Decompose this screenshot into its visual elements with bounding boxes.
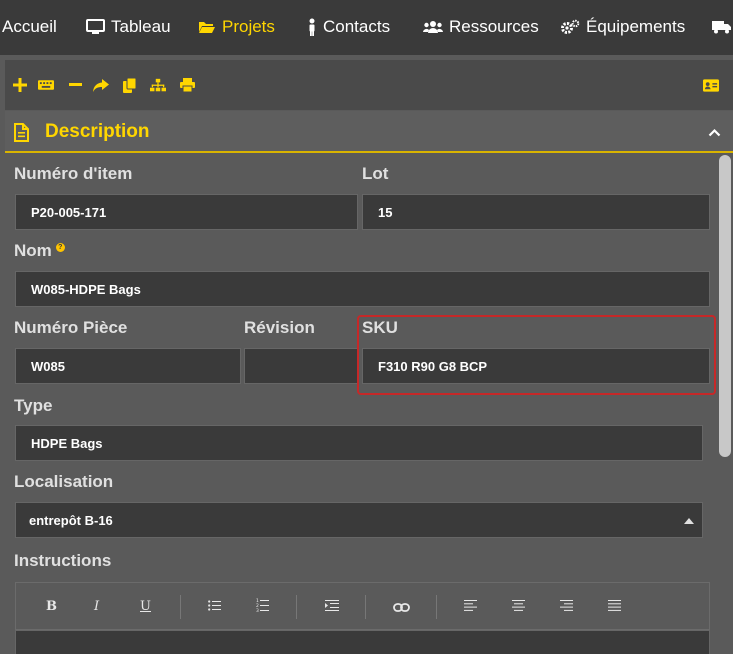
- record-toolbar: [5, 60, 733, 110]
- scrollbar-thumb[interactable]: [719, 155, 731, 457]
- person-icon: [307, 18, 317, 36]
- align-center-icon[interactable]: [512, 600, 525, 615]
- chevron-up-icon[interactable]: [708, 124, 721, 142]
- instructions-label: Instructions: [14, 551, 112, 570]
- type-label: Type: [14, 396, 53, 415]
- align-right-icon[interactable]: [560, 600, 573, 615]
- nav-projets-label: Projets: [222, 17, 275, 36]
- nav-ressources-label: Ressources: [449, 17, 539, 36]
- document-icon: [14, 123, 29, 147]
- location-label: Localisation: [14, 472, 114, 491]
- users-icon: [423, 20, 443, 34]
- indent-icon[interactable]: [325, 600, 339, 615]
- caret-up-icon: [684, 518, 694, 524]
- bold-button[interactable]: B: [46, 599, 57, 614]
- separator: [296, 595, 297, 619]
- align-justify-icon[interactable]: [608, 600, 621, 615]
- underline-button[interactable]: U: [140, 599, 151, 614]
- part-number-field[interactable]: W085: [15, 348, 241, 384]
- nav-tableau[interactable]: Tableau: [86, 16, 171, 38]
- id-card-icon[interactable]: [703, 77, 719, 93]
- numbered-list-icon[interactable]: 123: [256, 598, 269, 616]
- monitor-icon: [86, 19, 105, 35]
- separator: [436, 595, 437, 619]
- name-label: Nom?: [14, 241, 65, 261]
- print-icon[interactable]: [179, 77, 195, 93]
- help-icon[interactable]: ?: [55, 243, 65, 252]
- lot-field[interactable]: 15: [362, 194, 710, 230]
- copy-icon[interactable]: [121, 77, 137, 93]
- nav-accueil[interactable]: Accueil: [2, 16, 57, 38]
- lot-label: Lot: [362, 164, 389, 183]
- nav-truck[interactable]: [712, 16, 733, 38]
- nav-equipements-label: Équipements: [586, 17, 686, 36]
- svg-text:3: 3: [256, 608, 259, 612]
- location-select[interactable]: entrepôt B-16: [15, 502, 703, 538]
- link-icon[interactable]: [393, 601, 410, 616]
- instructions-editor[interactable]: [15, 630, 710, 654]
- nav-contacts[interactable]: Contacts: [307, 16, 390, 38]
- revision-label: Révision: [244, 318, 315, 337]
- description-section-header[interactable]: Description: [5, 111, 733, 153]
- nav-ressources[interactable]: Ressources: [423, 16, 539, 38]
- bullet-list-icon[interactable]: [208, 600, 221, 615]
- name-field[interactable]: W085-HDPE Bags: [15, 271, 710, 307]
- separator: [365, 595, 366, 619]
- sitemap-icon[interactable]: [150, 77, 166, 93]
- nav-accueil-label: Accueil: [2, 17, 57, 36]
- type-field[interactable]: HDPE Bags: [15, 425, 703, 461]
- revision-field[interactable]: [244, 348, 359, 384]
- description-title: Description: [45, 121, 150, 142]
- editor-toolbar: B I U 123: [15, 582, 710, 630]
- cogs-icon: [560, 19, 580, 35]
- align-left-icon[interactable]: [464, 600, 477, 615]
- share-arrow-icon[interactable]: [93, 77, 109, 93]
- item-number-label: Numéro d'item: [14, 164, 133, 183]
- nav-contacts-label: Contacts: [323, 17, 391, 36]
- part-number-label: Numéro Pièce: [14, 318, 128, 337]
- keyboard-icon[interactable]: [38, 77, 54, 93]
- separator: [180, 595, 181, 619]
- nav-equipements[interactable]: Équipements: [560, 16, 685, 38]
- folder-open-icon: [198, 20, 216, 34]
- nav-projets[interactable]: Projets: [198, 16, 275, 38]
- location-select-value: entrepôt B-16: [29, 512, 113, 528]
- nav-tableau-label: Tableau: [111, 17, 171, 36]
- top-navigation: Accueil Tableau Projets Contacts Ressour…: [0, 0, 733, 55]
- name-label-text: Nom: [14, 241, 52, 260]
- item-number-field[interactable]: P20-005-171: [15, 194, 358, 230]
- italic-button[interactable]: I: [94, 599, 99, 614]
- minus-icon[interactable]: [67, 77, 83, 93]
- description-form: Numéro d'item Lot P20-005-171 15 Nom? W0…: [5, 155, 716, 654]
- sku-highlight-box: [357, 315, 716, 395]
- plus-icon[interactable]: [12, 77, 28, 93]
- truck-icon: [712, 19, 733, 35]
